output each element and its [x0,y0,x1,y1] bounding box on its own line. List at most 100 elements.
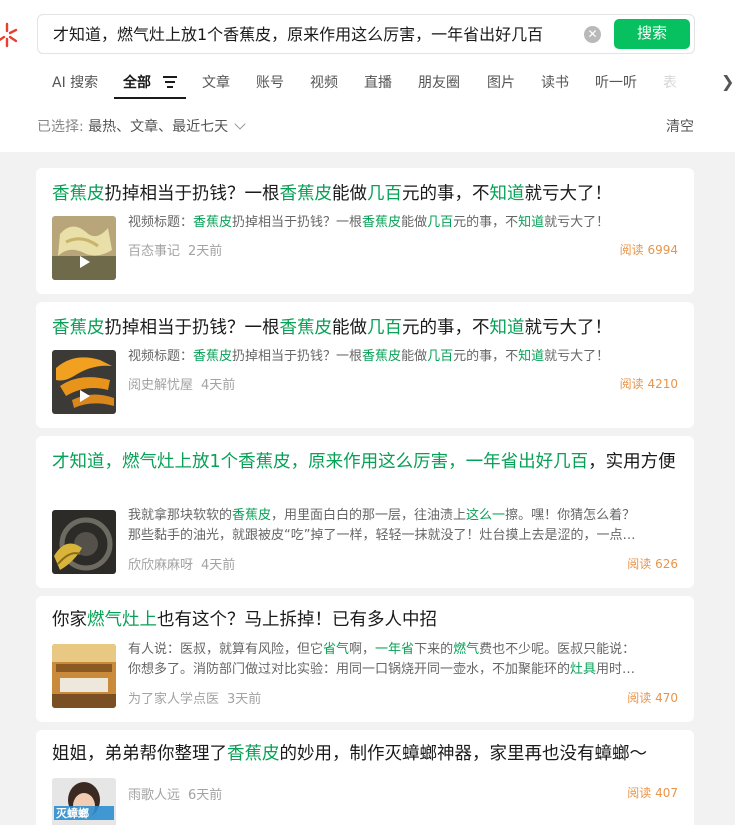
text-segment: 扔掉相当于扔钱？一根 [104,318,280,338]
result-card[interactable]: 香蕉皮扔掉相当于扔钱？一根香蕉皮能做几百元的事，不知道就亏大了！ 视频标题：香蕉… [36,302,694,428]
read-count: 阅读 6994 [619,243,678,257]
tab-accounts[interactable]: 账号 [256,72,284,92]
play-icon [80,256,90,268]
source-name: 阅史解忧屋 [128,378,194,393]
text-segment: 啊， [349,642,376,657]
result-thumbnail[interactable] [52,216,116,280]
publish-time: 4天前 [201,378,236,393]
publish-time: 6天前 [188,788,223,803]
app-logo-icon [0,22,18,48]
result-snippet: 视频标题：香蕉皮扔掉相当于扔钱？一根香蕉皮能做几百元的事，不知道就亏大了！ [128,213,678,233]
result-card[interactable]: 才知道，燃气灶上放1个香蕉皮，原来作用这么厉害，一年省出好几百，实用方便 我就拿… [36,436,694,588]
publish-time: 4天前 [201,558,236,573]
keyword-highlight: 香蕉皮 [362,349,402,364]
text-segment: 我就拿那块软软的 [128,508,233,523]
clear-filters-button[interactable]: 清空 [666,116,694,136]
result-card[interactable]: 你家燃气灶上也有这个？马上拆掉！已有多人中招 有人说：医叔，就算有风险，但它省气… [36,596,694,722]
category-tabs: AI 搜索 全部 文章 账号 视频 直播 朋友圈 图片 读书 听一听 表 ❯ [37,64,735,100]
keyword-highlight: 才知道，燃气灶上放1个香蕉皮，原来作用这么厉害，一年省出好几百 [52,452,589,472]
source-name: 雨歌人远 [128,788,181,803]
text-segment: 元的事，不 [402,318,490,338]
read-count: 阅读 407 [627,786,678,800]
chevron-down-icon [234,118,246,130]
search-input[interactable]: 才知道，燃气灶上放1个香蕉皮，原来作用这么厉害，一年省出好几百 [53,24,573,46]
keyword-highlight: 这么一 [466,508,506,523]
text-segment: 你家 [52,610,87,630]
read-count: 阅读 4210 [619,377,678,391]
read-count: 阅读 470 [627,691,678,705]
tab-all[interactable]: 全部 [123,72,151,92]
text-segment: 也有这个？马上拆掉！已有多人中招 [157,610,437,630]
keyword-highlight: 几百 [427,349,454,364]
search-box[interactable]: 才知道，燃气灶上放1个香蕉皮，原来作用这么厉害，一年省出好几百 ✕ 搜索 [37,14,695,54]
result-thumbnail[interactable]: 灭蟑螂 [52,778,116,825]
tab-images[interactable]: 图片 [487,72,515,92]
text-segment: 的妙用，制作灭蟑螂神器，家里再也没有蟑螂～ [279,744,648,764]
keyword-highlight: 香蕉皮 [279,318,333,338]
result-title[interactable]: 姐姐，弟弟帮你整理了香蕉皮的妙用，制作灭蟑螂神器，家里再也没有蟑螂～ [52,740,682,768]
source-name: 欣欣麻麻呀 [128,558,194,573]
result-snippet: 有人说：医叔，就算有风险，但它省气啊，一年省下来的燃气费也不少呢。医叔只能说： [128,640,678,660]
result-card[interactable]: 姐姐，弟弟帮你整理了香蕉皮的妙用，制作灭蟑螂神器，家里再也没有蟑螂～ 灭蟑螂 雨… [36,730,694,825]
result-thumbnail[interactable] [52,510,116,574]
text-segment: 扔掉相当于扔钱？一根 [232,349,363,364]
text-segment: 姐姐，弟弟帮你整理了 [52,744,227,764]
source-name: 为了家人学点医 [128,692,220,707]
tab-listen[interactable]: 听一听 [595,72,637,92]
text-segment: 擦。嘿！你猜怎么着？ [505,508,636,523]
text-segment: 扔掉相当于扔钱？一根 [104,184,280,204]
result-snippet: 我就拿那块软软的香蕉皮，用里面白白的那一层，往油渍上这么一擦。嘿！你猜怎么着？ [128,506,678,526]
text-segment: 能做 [332,184,367,204]
tabs-fade [649,64,721,100]
filters-prefix: 已选择: [37,119,84,135]
read-count: 阅读 626 [627,557,678,571]
filters-selected: 最热、文章、最近七天 [88,119,229,135]
tab-live[interactable]: 直播 [364,72,392,92]
text-segment: 就亏大了！ [544,349,610,364]
text-segment: 能做 [332,318,367,338]
text-segment: 扔掉相当于扔钱？一根 [232,215,363,230]
text-segment: 就亏大了！ [524,184,613,204]
text-segment: ，用里面白白的那一层，往油渍上 [271,508,467,523]
keyword-highlight: 几百 [427,215,454,230]
text-segment: 就亏大了！ [524,318,613,338]
tab-books[interactable]: 读书 [541,72,569,92]
text-segment: 费也不少呢。医叔只能说： [479,642,636,657]
filter-icon[interactable] [163,76,177,88]
result-card[interactable]: 香蕉皮扔掉相当于扔钱？一根香蕉皮能做几百元的事，不知道就亏大了！ 视频标题：香蕉… [36,168,694,294]
result-source: 为了家人学点医 3天前 [128,688,261,707]
tab-ai-search[interactable]: AI 搜索 [52,72,98,92]
result-title[interactable]: 才知道，燃气灶上放1个香蕉皮，原来作用这么厉害，一年省出好几百，实用方便 [52,448,682,476]
tab-moments[interactable]: 朋友圈 [418,72,460,92]
text-segment: 视频标题： [128,349,194,364]
tab-videos[interactable]: 视频 [310,72,338,92]
keyword-highlight: 一年省 [375,642,415,657]
keyword-highlight: 知道 [489,184,525,204]
result-thumbnail[interactable] [52,644,116,708]
result-title[interactable]: 香蕉皮扔掉相当于扔钱？一根香蕉皮能做几百元的事，不知道就亏大了！ [52,314,682,342]
selected-filters[interactable]: 已选择: 最热、文章、最近七天 [37,116,246,136]
search-button[interactable]: 搜索 [614,19,690,49]
result-title[interactable]: 你家燃气灶上也有这个？马上拆掉！已有多人中招 [52,606,682,634]
result-title[interactable]: 香蕉皮扔掉相当于扔钱？一根香蕉皮能做几百元的事，不知道就亏大了！ [52,180,682,208]
text-segment: 元的事，不 [453,215,519,230]
chevron-right-icon[interactable]: ❯ [721,72,734,91]
keyword-highlight: 香蕉皮 [227,744,280,764]
text-segment: 元的事，不 [402,184,490,204]
result-source: 欣欣麻麻呀 4天前 [128,554,235,573]
result-thumbnail[interactable] [52,350,116,414]
keyword-highlight: 几百 [367,184,402,204]
text-segment: 能做 [401,349,428,364]
thumbnail-caption: 灭蟑螂 [56,807,89,820]
keyword-highlight: 香蕉皮 [193,215,233,230]
text-segment: 那些黏手的油光，就跟被皮“吃”掉了一样，轻轻一抹就没了！灶台摸上去是涩的，一点… [128,528,636,543]
tab-articles[interactable]: 文章 [202,72,230,92]
clear-search-icon[interactable]: ✕ [584,26,601,43]
play-icon [80,390,90,402]
keyword-highlight: 知道 [489,318,525,338]
keyword-highlight: 知道 [518,215,545,230]
result-snippet: 视频标题：香蕉皮扔掉相当于扔钱？一根香蕉皮能做几百元的事，不知道就亏大了！ [128,347,678,367]
text-segment: ，实用方便 [588,452,676,472]
text-segment: 下来的 [414,642,454,657]
keyword-highlight: 知道 [518,349,545,364]
